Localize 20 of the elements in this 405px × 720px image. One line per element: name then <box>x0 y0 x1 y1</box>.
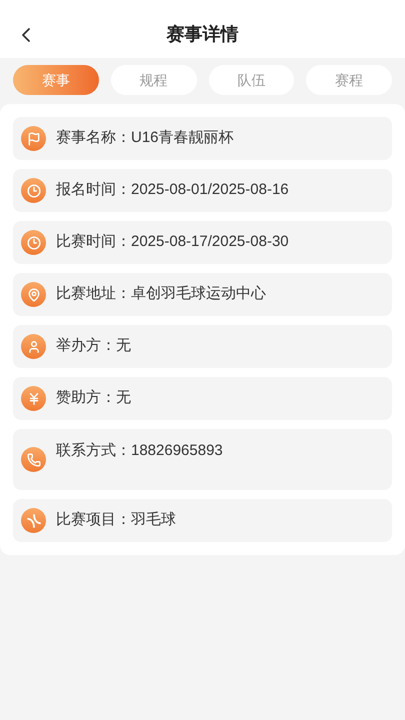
yen-icon <box>21 386 46 411</box>
detail-text: 比赛时间：2025-08-17/2025-08-30 <box>56 232 289 252</box>
detail-text: 赞助方：无 <box>56 388 131 408</box>
flag-icon <box>21 126 46 151</box>
person-icon <box>21 334 46 359</box>
tab[interactable]: 赛程 <box>306 65 392 95</box>
detail-text: 联系方式：18826965893 <box>56 441 223 461</box>
detail-text: 报名时间：2025-08-01/2025-08-16 <box>56 180 289 200</box>
detail-text: 比赛地址：卓创羽毛球运动中心 <box>56 284 266 304</box>
detail-text: 赛事名称：U16青春靓丽杯 <box>56 128 234 148</box>
phone-icon <box>21 447 46 472</box>
page-title: 赛事详情 <box>166 22 238 46</box>
clock-icon <box>21 230 46 255</box>
tab[interactable]: 规程 <box>110 65 196 95</box>
detail-text: 比赛项目：羽毛球 <box>56 510 176 530</box>
tab[interactable]: 赛事 <box>13 65 99 95</box>
clock-icon <box>21 178 46 203</box>
location-pin-icon <box>21 282 46 307</box>
tab[interactable]: 队伍 <box>208 65 294 95</box>
detail-text: 举办方：无 <box>56 336 131 356</box>
